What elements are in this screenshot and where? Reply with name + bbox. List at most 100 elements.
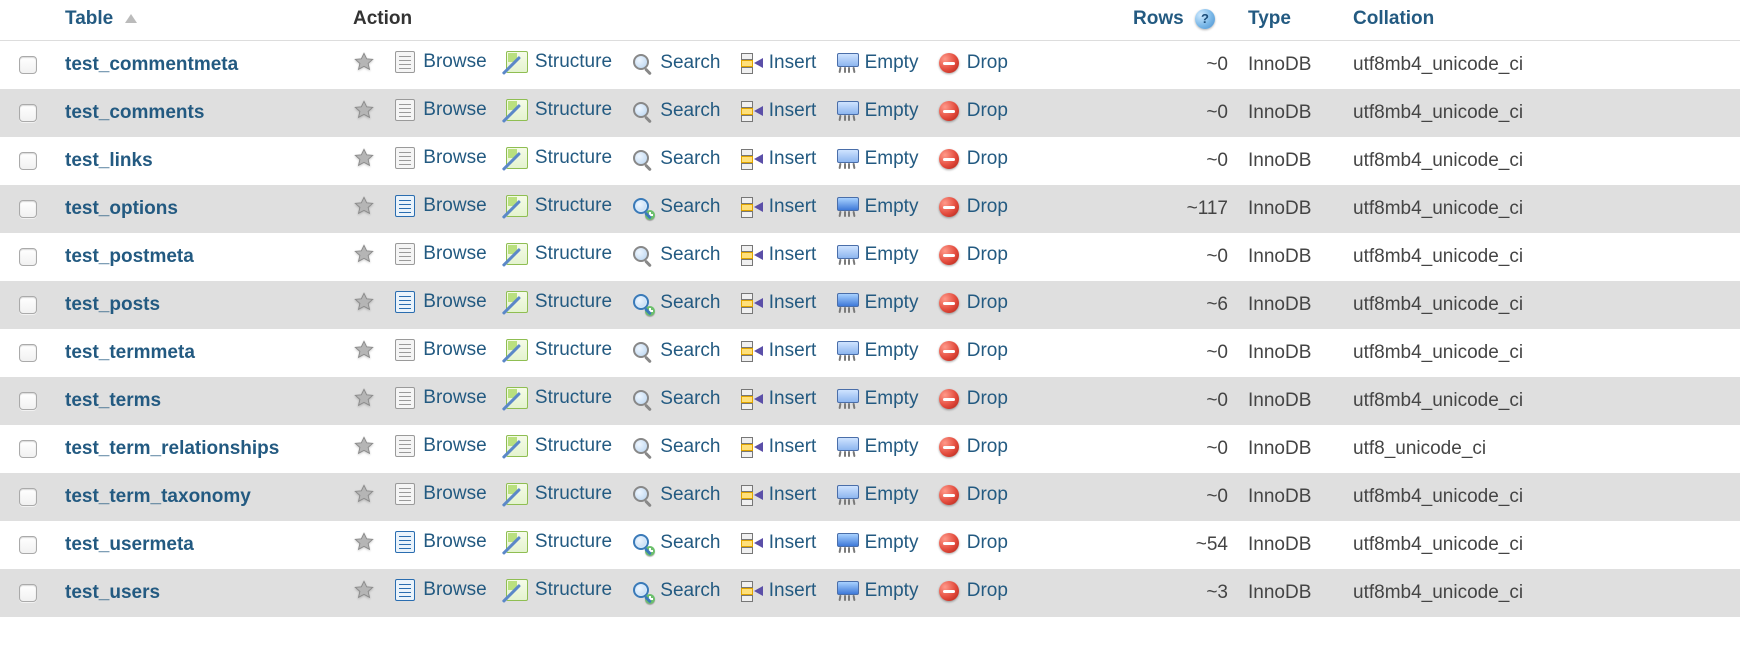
structure-button[interactable]: Structure xyxy=(506,579,612,601)
structure-button[interactable]: Structure xyxy=(506,435,612,457)
browse-button[interactable]: Browse xyxy=(394,435,486,457)
structure-button[interactable]: Structure xyxy=(506,339,612,361)
header-table-link[interactable]: Table xyxy=(65,8,113,29)
browse-button[interactable]: Browse xyxy=(394,147,486,169)
insert-button[interactable]: Insert xyxy=(740,100,817,122)
search-button[interactable]: Search xyxy=(631,532,720,554)
drop-button[interactable]: Drop xyxy=(938,52,1008,74)
table-name-link[interactable]: test_term_taxonomy xyxy=(65,486,251,507)
structure-button[interactable]: Structure xyxy=(506,51,612,73)
browse-button[interactable]: Browse xyxy=(394,99,486,121)
empty-button[interactable]: Empty xyxy=(836,436,919,458)
browse-button[interactable]: Browse xyxy=(394,195,486,217)
browse-button[interactable]: Browse xyxy=(394,579,486,601)
row-checkbox[interactable] xyxy=(19,296,37,314)
header-type-link[interactable]: Type xyxy=(1248,8,1291,29)
empty-button[interactable]: Empty xyxy=(836,580,919,602)
search-button[interactable]: Search xyxy=(631,292,720,314)
search-button[interactable]: Search xyxy=(631,244,720,266)
favorite-button[interactable] xyxy=(353,99,375,121)
header-collation[interactable]: Collation xyxy=(1343,0,1740,41)
browse-button[interactable]: Browse xyxy=(394,51,486,73)
browse-button[interactable]: Browse xyxy=(394,531,486,553)
empty-button[interactable]: Empty xyxy=(836,244,919,266)
insert-button[interactable]: Insert xyxy=(740,52,817,74)
row-checkbox[interactable] xyxy=(19,536,37,554)
empty-button[interactable]: Empty xyxy=(836,292,919,314)
header-rows-link[interactable]: Rows xyxy=(1133,8,1184,29)
empty-button[interactable]: Empty xyxy=(836,484,919,506)
drop-button[interactable]: Drop xyxy=(938,532,1008,554)
row-checkbox[interactable] xyxy=(19,392,37,410)
empty-button[interactable]: Empty xyxy=(836,388,919,410)
structure-button[interactable]: Structure xyxy=(506,195,612,217)
structure-button[interactable]: Structure xyxy=(506,291,612,313)
row-checkbox[interactable] xyxy=(19,56,37,74)
header-collation-link[interactable]: Collation xyxy=(1353,8,1434,29)
search-button[interactable]: Search xyxy=(631,436,720,458)
search-button[interactable]: Search xyxy=(631,52,720,74)
browse-button[interactable]: Browse xyxy=(394,291,486,313)
empty-button[interactable]: Empty xyxy=(836,196,919,218)
row-checkbox[interactable] xyxy=(19,344,37,362)
search-button[interactable]: Search xyxy=(631,484,720,506)
insert-button[interactable]: Insert xyxy=(740,196,817,218)
row-checkbox[interactable] xyxy=(19,248,37,266)
insert-button[interactable]: Insert xyxy=(740,484,817,506)
favorite-button[interactable] xyxy=(353,531,375,553)
table-name-link[interactable]: test_terms xyxy=(65,390,161,411)
drop-button[interactable]: Drop xyxy=(938,196,1008,218)
favorite-button[interactable] xyxy=(353,435,375,457)
favorite-button[interactable] xyxy=(353,339,375,361)
table-name-link[interactable]: test_commentmeta xyxy=(65,54,238,75)
insert-button[interactable]: Insert xyxy=(740,436,817,458)
structure-button[interactable]: Structure xyxy=(506,147,612,169)
empty-button[interactable]: Empty xyxy=(836,148,919,170)
insert-button[interactable]: Insert xyxy=(740,244,817,266)
browse-button[interactable]: Browse xyxy=(394,339,486,361)
search-button[interactable]: Search xyxy=(631,148,720,170)
drop-button[interactable]: Drop xyxy=(938,244,1008,266)
row-checkbox[interactable] xyxy=(19,152,37,170)
drop-button[interactable]: Drop xyxy=(938,340,1008,362)
structure-button[interactable]: Structure xyxy=(506,387,612,409)
table-name-link[interactable]: test_posts xyxy=(65,294,160,315)
structure-button[interactable]: Structure xyxy=(506,243,612,265)
favorite-button[interactable] xyxy=(353,579,375,601)
row-checkbox[interactable] xyxy=(19,488,37,506)
favorite-button[interactable] xyxy=(353,483,375,505)
insert-button[interactable]: Insert xyxy=(740,532,817,554)
favorite-button[interactable] xyxy=(353,195,375,217)
structure-button[interactable]: Structure xyxy=(506,99,612,121)
insert-button[interactable]: Insert xyxy=(740,580,817,602)
empty-button[interactable]: Empty xyxy=(836,340,919,362)
drop-button[interactable]: Drop xyxy=(938,436,1008,458)
header-type[interactable]: Type xyxy=(1238,0,1343,41)
table-name-link[interactable]: test_termmeta xyxy=(65,342,195,363)
favorite-button[interactable] xyxy=(353,387,375,409)
search-button[interactable]: Search xyxy=(631,100,720,122)
search-button[interactable]: Search xyxy=(631,340,720,362)
drop-button[interactable]: Drop xyxy=(938,484,1008,506)
table-name-link[interactable]: test_term_relationships xyxy=(65,438,279,459)
table-name-link[interactable]: test_postmeta xyxy=(65,246,194,267)
table-name-link[interactable]: test_users xyxy=(65,582,160,603)
favorite-button[interactable] xyxy=(353,51,375,73)
row-checkbox[interactable] xyxy=(19,440,37,458)
table-name-link[interactable]: test_links xyxy=(65,150,153,171)
empty-button[interactable]: Empty xyxy=(836,100,919,122)
browse-button[interactable]: Browse xyxy=(394,483,486,505)
help-icon[interactable]: ? xyxy=(1195,9,1215,29)
drop-button[interactable]: Drop xyxy=(938,292,1008,314)
browse-button[interactable]: Browse xyxy=(394,243,486,265)
search-button[interactable]: Search xyxy=(631,580,720,602)
empty-button[interactable]: Empty xyxy=(836,52,919,74)
drop-button[interactable]: Drop xyxy=(938,100,1008,122)
browse-button[interactable]: Browse xyxy=(394,387,486,409)
search-button[interactable]: Search xyxy=(631,196,720,218)
insert-button[interactable]: Insert xyxy=(740,388,817,410)
row-checkbox[interactable] xyxy=(19,200,37,218)
insert-button[interactable]: Insert xyxy=(740,148,817,170)
drop-button[interactable]: Drop xyxy=(938,148,1008,170)
drop-button[interactable]: Drop xyxy=(938,388,1008,410)
